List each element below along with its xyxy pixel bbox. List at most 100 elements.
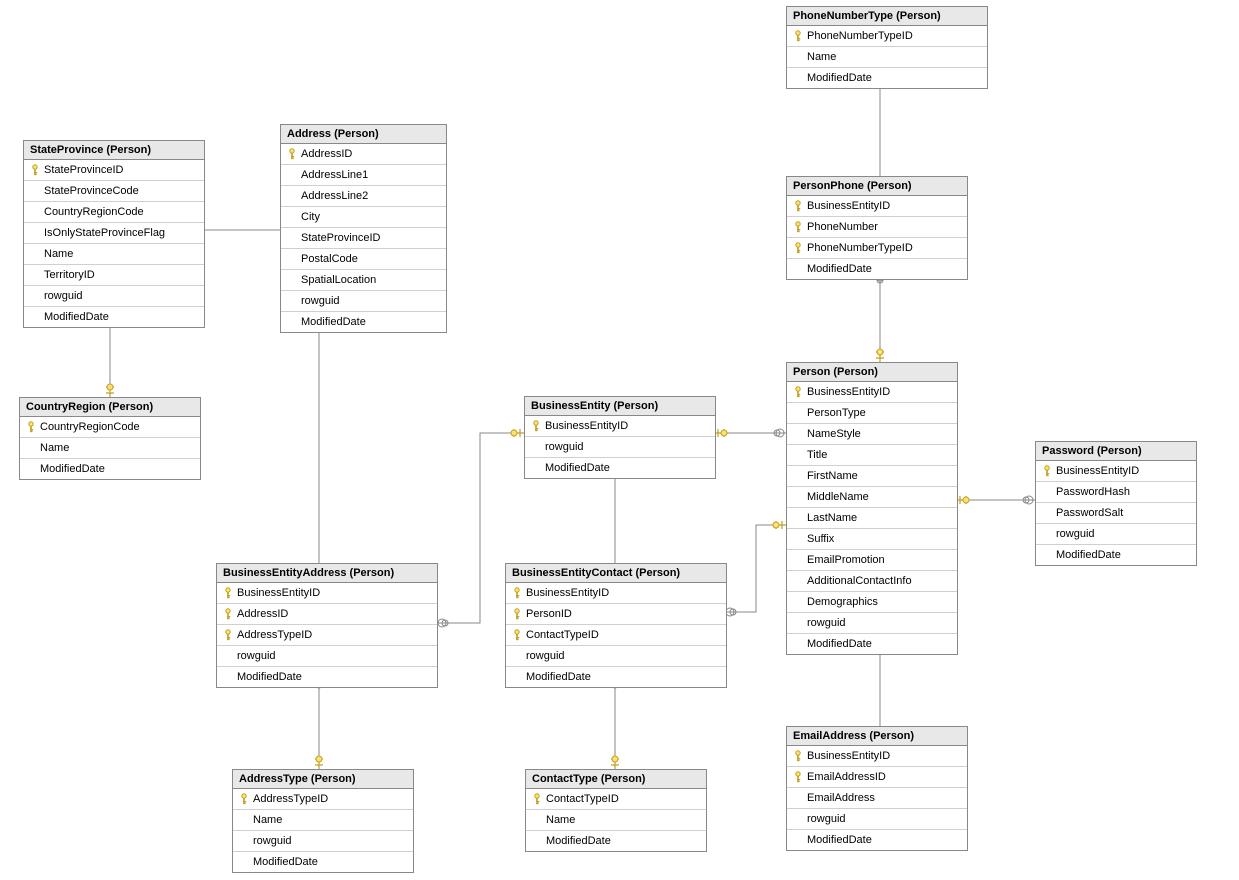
- column-name: Name: [544, 814, 575, 826]
- column-row[interactable]: rowguid: [24, 285, 204, 306]
- column-row[interactable]: PhoneNumberTypeID: [787, 26, 987, 46]
- column-row[interactable]: Title: [787, 444, 957, 465]
- column-name: rowguid: [1054, 528, 1095, 540]
- column-row[interactable]: ContactTypeID: [506, 624, 726, 645]
- column-row[interactable]: AddressLine2: [281, 185, 446, 206]
- entity-password[interactable]: Password (Person)BusinessEntityIDPasswor…: [1035, 441, 1197, 566]
- column-name: ContactTypeID: [544, 793, 619, 805]
- column-row[interactable]: rowguid: [281, 290, 446, 311]
- column-row[interactable]: AddressID: [217, 603, 437, 624]
- column-row[interactable]: LastName: [787, 507, 957, 528]
- column-row[interactable]: Suffix: [787, 528, 957, 549]
- column-row[interactable]: MiddleName: [787, 486, 957, 507]
- column-row[interactable]: IsOnlyStateProvinceFlag: [24, 222, 204, 243]
- entity-countryregion[interactable]: CountryRegion (Person)CountryRegionCodeN…: [19, 397, 201, 480]
- column-row[interactable]: BusinessEntityID: [506, 583, 726, 603]
- column-row[interactable]: BusinessEntityID: [787, 382, 957, 402]
- column-row[interactable]: BusinessEntityID: [787, 746, 967, 766]
- column-row[interactable]: PasswordSalt: [1036, 502, 1196, 523]
- column-row[interactable]: Name: [20, 437, 200, 458]
- column-row[interactable]: ContactTypeID: [526, 789, 706, 809]
- primary-key-icon: [791, 30, 805, 42]
- column-row[interactable]: ModifiedDate: [217, 666, 437, 687]
- column-row[interactable]: ModifiedDate: [525, 457, 715, 478]
- entity-contacttype[interactable]: ContactType (Person)ContactTypeIDNameMod…: [525, 769, 707, 852]
- column-row[interactable]: SpatialLocation: [281, 269, 446, 290]
- column-row[interactable]: ModifiedDate: [526, 830, 706, 851]
- column-row[interactable]: Name: [233, 809, 413, 830]
- column-name: BusinessEntityID: [805, 200, 890, 212]
- column-name: NameStyle: [805, 428, 861, 440]
- column-row[interactable]: AddressID: [281, 144, 446, 164]
- column-name: AddressID: [299, 148, 352, 160]
- column-row[interactable]: ModifiedDate: [787, 258, 967, 279]
- entity-businessentityaddress[interactable]: BusinessEntityAddress (Person)BusinessEn…: [216, 563, 438, 688]
- column-name: EmailAddressID: [805, 771, 886, 783]
- column-row[interactable]: ModifiedDate: [787, 67, 987, 88]
- entity-phonenumbertype[interactable]: PhoneNumberType (Person)PhoneNumberTypeI…: [786, 6, 988, 89]
- column-row[interactable]: FirstName: [787, 465, 957, 486]
- column-row[interactable]: rowguid: [525, 436, 715, 457]
- column-row[interactable]: Name: [24, 243, 204, 264]
- column-row[interactable]: AddressTypeID: [217, 624, 437, 645]
- column-row[interactable]: CountryRegionCode: [20, 417, 200, 437]
- column-row[interactable]: StateProvinceCode: [24, 180, 204, 201]
- erd-canvas: StateProvince (Person)StateProvinceIDSta…: [0, 0, 1239, 880]
- column-row[interactable]: rowguid: [217, 645, 437, 666]
- column-row[interactable]: Name: [787, 46, 987, 67]
- entity-person[interactable]: Person (Person)BusinessEntityIDPersonTyp…: [786, 362, 958, 655]
- column-row[interactable]: AddressTypeID: [233, 789, 413, 809]
- column-row[interactable]: BusinessEntityID: [1036, 461, 1196, 481]
- column-name: rowguid: [235, 650, 276, 662]
- column-row[interactable]: EmailAddress: [787, 787, 967, 808]
- column-row[interactable]: rowguid: [787, 612, 957, 633]
- entity-emailaddress[interactable]: EmailAddress (Person)BusinessEntityIDEma…: [786, 726, 968, 851]
- column-row[interactable]: NameStyle: [787, 423, 957, 444]
- column-name: Name: [42, 248, 73, 260]
- column-row[interactable]: ModifiedDate: [233, 851, 413, 872]
- column-row[interactable]: PersonID: [506, 603, 726, 624]
- column-row[interactable]: PersonType: [787, 402, 957, 423]
- column-row[interactable]: Name: [526, 809, 706, 830]
- column-row[interactable]: BusinessEntityID: [217, 583, 437, 603]
- column-row[interactable]: PhoneNumber: [787, 216, 967, 237]
- column-row[interactable]: PhoneNumberTypeID: [787, 237, 967, 258]
- column-row[interactable]: City: [281, 206, 446, 227]
- column-row[interactable]: EmailPromotion: [787, 549, 957, 570]
- entity-businessentitycontact[interactable]: BusinessEntityContact (Person)BusinessEn…: [505, 563, 727, 688]
- column-row[interactable]: rowguid: [233, 830, 413, 851]
- column-row[interactable]: ModifiedDate: [1036, 544, 1196, 565]
- primary-key-icon: [791, 200, 805, 212]
- column-row[interactable]: rowguid: [787, 808, 967, 829]
- entity-title: BusinessEntityContact (Person): [506, 564, 726, 583]
- column-row[interactable]: BusinessEntityID: [525, 416, 715, 436]
- entity-personphone[interactable]: PersonPhone (Person)BusinessEntityIDPhon…: [786, 176, 968, 280]
- column-row[interactable]: ModifiedDate: [20, 458, 200, 479]
- column-row[interactable]: StateProvinceID: [281, 227, 446, 248]
- entity-businessentity[interactable]: BusinessEntity (Person)BusinessEntityIDr…: [524, 396, 716, 479]
- column-row[interactable]: ModifiedDate: [506, 666, 726, 687]
- column-row[interactable]: StateProvinceID: [24, 160, 204, 180]
- column-name: Title: [805, 449, 827, 461]
- column-row[interactable]: AddressLine1: [281, 164, 446, 185]
- column-row[interactable]: ModifiedDate: [24, 306, 204, 327]
- primary-key-icon: [791, 242, 805, 254]
- column-row[interactable]: ModifiedDate: [787, 829, 967, 850]
- primary-key-icon: [510, 608, 524, 620]
- column-row[interactable]: TerritoryID: [24, 264, 204, 285]
- entity-address[interactable]: Address (Person)AddressIDAddressLine1Add…: [280, 124, 447, 333]
- column-row[interactable]: AdditionalContactInfo: [787, 570, 957, 591]
- column-row[interactable]: PasswordHash: [1036, 481, 1196, 502]
- column-row[interactable]: ModifiedDate: [787, 633, 957, 654]
- column-row[interactable]: BusinessEntityID: [787, 196, 967, 216]
- entity-addresstype[interactable]: AddressType (Person)AddressTypeIDNamerow…: [232, 769, 414, 873]
- column-row[interactable]: PostalCode: [281, 248, 446, 269]
- column-row[interactable]: rowguid: [1036, 523, 1196, 544]
- column-name: ModifiedDate: [543, 462, 610, 474]
- column-row[interactable]: ModifiedDate: [281, 311, 446, 332]
- column-row[interactable]: EmailAddressID: [787, 766, 967, 787]
- entity-stateprovince[interactable]: StateProvince (Person)StateProvinceIDSta…: [23, 140, 205, 328]
- column-row[interactable]: CountryRegionCode: [24, 201, 204, 222]
- column-row[interactable]: Demographics: [787, 591, 957, 612]
- column-row[interactable]: rowguid: [506, 645, 726, 666]
